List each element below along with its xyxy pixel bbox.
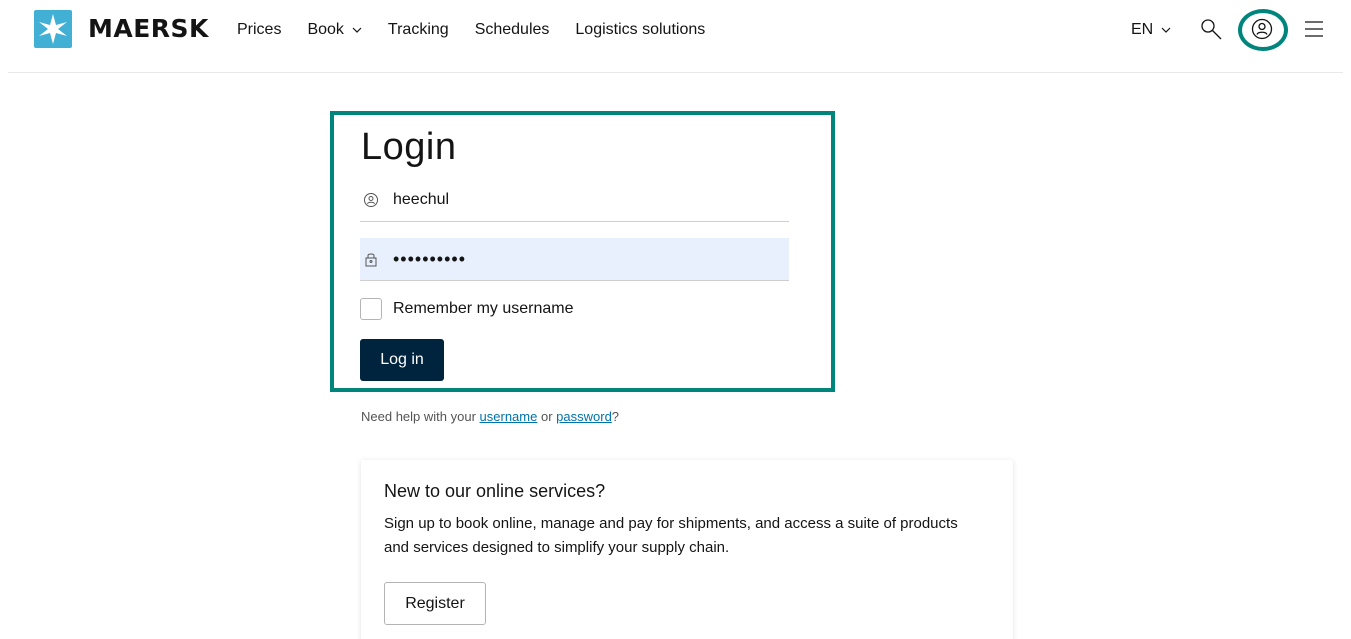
maersk-logo-icon[interactable] (34, 10, 72, 48)
register-card-title: New to our online services? (384, 481, 606, 501)
nav-item-logistics-solutions[interactable]: Logistics solutions (575, 19, 705, 41)
page-title: Login (361, 126, 457, 168)
lock-icon (365, 253, 377, 267)
register-card: New to our online services? Sign up to b… (361, 460, 1013, 639)
password-field[interactable] (360, 238, 789, 281)
password-input[interactable] (393, 244, 773, 274)
register-card-text: Sign up to book online, manage and pay f… (384, 515, 958, 556)
site-header: MAERSK Prices Book Tracking Schedules Lo… (0, 0, 1351, 72)
hamburger-menu-icon[interactable] (1303, 19, 1325, 39)
remember-username-checkbox[interactable] (360, 298, 382, 320)
main-nav: Prices Book Tracking Schedules Logistics… (237, 19, 731, 41)
brand-name[interactable]: MAERSK (88, 12, 209, 46)
language-selector[interactable]: EN (1131, 19, 1171, 41)
nav-item-tracking[interactable]: Tracking (388, 19, 449, 41)
help-suffix: ? (611, 409, 620, 424)
chevron-down-icon (1161, 27, 1171, 33)
nav-item-book[interactable]: Book (307, 19, 362, 41)
nav-label: Prices (237, 21, 282, 38)
help-text: Need help with your username or password… (361, 408, 619, 426)
help-prefix: Need help with your (361, 409, 476, 424)
nav-item-schedules[interactable]: Schedules (475, 19, 550, 41)
nav-label: Schedules (474, 21, 550, 38)
user-icon (364, 193, 378, 207)
login-button[interactable]: Log in (360, 339, 444, 381)
header-divider (8, 72, 1343, 73)
language-label: EN (1131, 21, 1154, 38)
search-icon[interactable] (1200, 18, 1224, 42)
remember-username-label[interactable]: Remember my username (393, 298, 574, 320)
nav-item-prices[interactable]: Prices (237, 19, 281, 41)
password-help-link[interactable]: password (556, 409, 612, 424)
username-help-link[interactable]: username (480, 409, 538, 424)
nav-label: Book (307, 21, 344, 38)
nav-label: Logistics solutions (575, 21, 706, 38)
help-or: or (540, 409, 553, 424)
remember-username: Remember my username (360, 298, 574, 320)
username-field[interactable] (360, 179, 789, 222)
chevron-down-icon (352, 27, 362, 33)
username-input[interactable] (393, 185, 773, 215)
profile-icon[interactable] (1251, 18, 1273, 40)
register-button[interactable]: Register (384, 582, 486, 625)
nav-label: Tracking (387, 21, 449, 38)
